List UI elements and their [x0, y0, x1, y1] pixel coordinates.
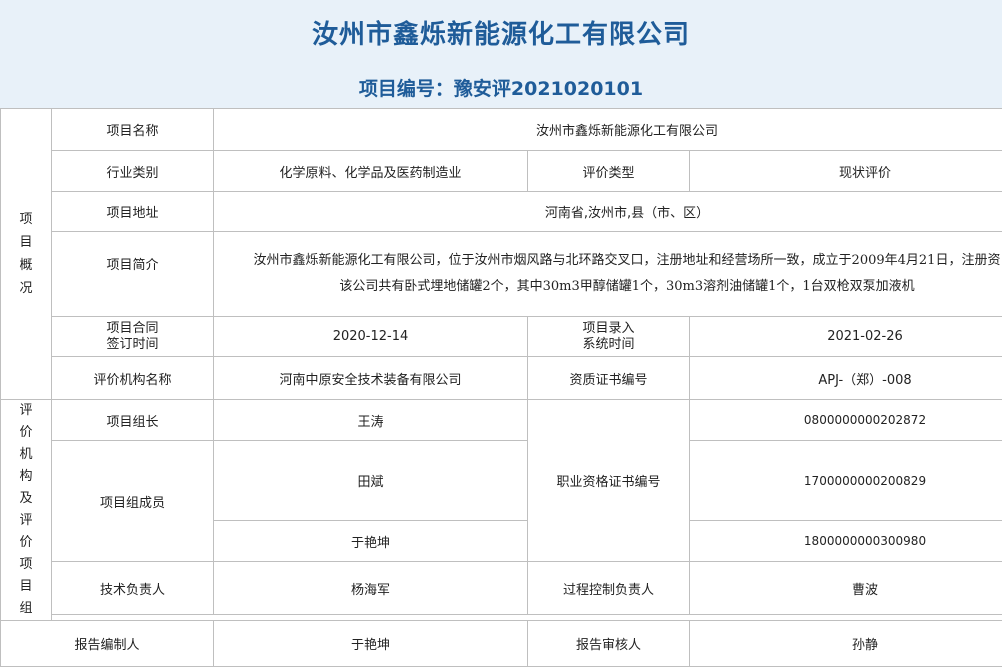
industry-label: 行业类别 — [52, 151, 214, 192]
cert-value: APJ-（郑）-008 — [690, 357, 1002, 400]
entry-date-value: 2021-02-26 — [690, 317, 1002, 357]
entry-date-label: 项目录入 系统时间 — [528, 317, 690, 357]
cert-label: 资质证书编号 — [528, 357, 690, 400]
project-name-value: 汝州市鑫烁新能源化工有限公司 — [214, 109, 1002, 151]
process-label: 过程控制负责人 — [528, 562, 690, 615]
intro-line-1: 汝州市鑫烁新能源化工有限公司，位于汝州市烟风路与北环路交叉口，注册地址和经营场所… — [214, 248, 1002, 274]
members-label: 项目组成员 — [52, 441, 214, 562]
leader-cert: 0800000000202872 — [690, 400, 1002, 441]
report-header: 汝州市鑫烁新能源化工有限公司 项目编号：豫安评2021020101 — [0, 0, 1002, 108]
address-label: 项目地址 — [52, 192, 214, 232]
section-overview-label: 项 目 概 况 — [1, 109, 52, 400]
member-1-cert: 1700000000200829 — [690, 441, 1002, 521]
row-intro: 项目简介 汝州市鑫烁新能源化工有限公司，位于汝州市烟风路与北环路交叉口，注册地址… — [1, 232, 1002, 317]
process-value: 曹波 — [690, 562, 1002, 615]
intro-label: 项目简介 — [52, 232, 214, 317]
row-org: 评价机构名称 河南中原安全技术装备有限公司 资质证书编号 APJ-（郑）-008 — [1, 357, 1002, 400]
project-name-label: 项目名称 — [52, 109, 214, 151]
qual-cert-label: 职业资格证书编号 — [528, 400, 690, 562]
project-number: 项目编号：豫安评2021020101 — [0, 74, 1002, 101]
contract-date-label: 项目合同 签订时间 — [52, 317, 214, 357]
org-label: 评价机构名称 — [52, 357, 214, 400]
intro-line-2: 该公司共有卧式埋地储罐2个，其中30m3甲醇储罐1个，30m3溶剂油储罐1个，1… — [214, 274, 1002, 300]
row-project-name: 项 目 概 况 项目名称 汝州市鑫烁新能源化工有限公司 — [1, 109, 1002, 151]
member-1-name: 田斌 — [214, 441, 528, 521]
reviewer-value: 孙静 — [690, 621, 1002, 667]
industry-value: 化学原料、化学品及医药制造业 — [214, 151, 528, 192]
address-value: 河南省,汝州市,县（市、区） — [214, 192, 1002, 232]
reviewer-label: 报告审核人 — [528, 621, 690, 667]
author-value: 于艳坤 — [214, 621, 528, 667]
row-member-1: 项目组成员 田斌 1700000000200829 — [1, 441, 1002, 521]
author-label: 报告编制人 — [1, 621, 214, 667]
project-info-table: 项 目 概 况 项目名称 汝州市鑫烁新能源化工有限公司 行业类别 化学原料、化学… — [0, 108, 1002, 667]
row-report: 报告编制人 于艳坤 报告审核人 孙静 — [1, 621, 1002, 667]
row-tech: 技术负责人 杨海军 过程控制负责人 曹波 — [1, 562, 1002, 615]
contract-date-value: 2020-12-14 — [214, 317, 528, 357]
section-org-label: 评 价 机 构 及 评 价 项 目 组 — [1, 400, 52, 621]
member-2-name: 于艳坤 — [214, 521, 528, 562]
eval-type-value: 现状评价 — [690, 151, 1002, 192]
row-dates: 项目合同 签订时间 2020-12-14 项目录入 系统时间 2021-02-2… — [1, 317, 1002, 357]
row-address: 项目地址 河南省,汝州市,县（市、区） — [1, 192, 1002, 232]
member-2-cert: 1800000000300980 — [690, 521, 1002, 562]
org-value: 河南中原安全技术装备有限公司 — [214, 357, 528, 400]
eval-type-label: 评价类型 — [528, 151, 690, 192]
row-leader: 评 价 机 构 及 评 价 项 目 组 项目组长 王涛 职业资格证书编号 080… — [1, 400, 1002, 441]
tech-label: 技术负责人 — [52, 562, 214, 615]
row-industry: 行业类别 化学原料、化学品及医药制造业 评价类型 现状评价 — [1, 151, 1002, 192]
company-title: 汝州市鑫烁新能源化工有限公司 — [0, 14, 1002, 51]
leader-label: 项目组长 — [52, 400, 214, 441]
tech-value: 杨海军 — [214, 562, 528, 615]
leader-value: 王涛 — [214, 400, 528, 441]
intro-value: 汝州市鑫烁新能源化工有限公司，位于汝州市烟风路与北环路交叉口，注册地址和经营场所… — [214, 232, 1002, 317]
